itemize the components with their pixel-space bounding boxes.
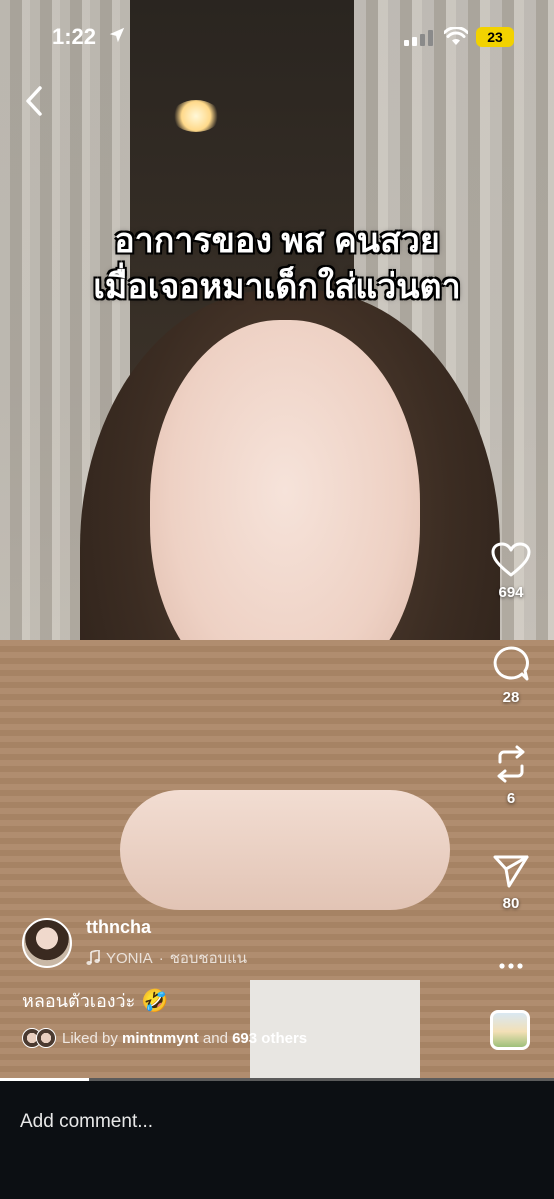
- liked-middle: and: [198, 1029, 233, 1047]
- comment-action[interactable]: 28: [488, 645, 534, 706]
- liked-user: mintnmynt: [122, 1029, 199, 1047]
- music-separator: ·: [158, 949, 164, 967]
- video-caption-overlay: อาการของ พส คนสวย เมื่อเจอหมาเด็กใส่แว่น…: [40, 218, 514, 310]
- caption-line-2: เมื่อเจอหมาเด็กใส่แว่นตา: [93, 268, 461, 306]
- music-info[interactable]: YONIA · ชอบชอบแน: [86, 946, 247, 970]
- rofl-emoji: 🤣: [141, 987, 169, 1013]
- like-count: 694: [498, 584, 524, 601]
- status-bar: 1:22 23: [0, 0, 554, 72]
- wifi-icon: [444, 27, 468, 45]
- repost-icon: [497, 745, 525, 783]
- post-caption-text: หลอนตัวเองว่ะ: [22, 991, 136, 1011]
- location-arrow-icon: [109, 27, 125, 43]
- author-username[interactable]: tthncha: [86, 917, 151, 938]
- add-comment-input[interactable]: Add comment...: [20, 1111, 153, 1133]
- music-title: ชอบชอบแน: [169, 950, 248, 967]
- comment-bar: Add comment...: [0, 1081, 554, 1199]
- battery-indicator: 23: [476, 27, 514, 47]
- share-count: 80: [502, 895, 520, 912]
- post-caption[interactable]: หลอนตัวเองว่ะ 🤣: [22, 986, 169, 1015]
- ceiling-light: [172, 100, 220, 132]
- comment-count: 28: [502, 689, 520, 706]
- music-note-icon: [86, 950, 100, 965]
- liked-prefix: Liked by: [62, 1029, 123, 1047]
- send-paper-plane-icon: [493, 855, 529, 888]
- audio-thumbnail[interactable]: [490, 1010, 530, 1050]
- liked-by-row[interactable]: Liked by mintnmynt and 693 others: [22, 1028, 307, 1048]
- author-avatar[interactable]: [22, 918, 72, 968]
- reel-screen: 1:22 23 อาการของ พส คนสวย เมื่อเจอหมาเด็…: [0, 0, 554, 1199]
- person-hands: [120, 790, 450, 910]
- comment-bubble-icon: [493, 646, 529, 681]
- caption-line-1: อาการของ พส คนสวย: [114, 222, 440, 260]
- back-button[interactable]: [20, 84, 50, 118]
- cellular-signal-icon: [404, 30, 433, 46]
- heart-icon: [491, 542, 531, 577]
- more-options-icon[interactable]: [496, 956, 526, 976]
- share-action[interactable]: 80: [488, 853, 534, 912]
- liked-avatar-2: [36, 1028, 56, 1048]
- repost-count: 6: [506, 790, 516, 807]
- repost-action[interactable]: 6: [488, 744, 534, 807]
- like-action[interactable]: 694: [488, 542, 534, 601]
- video-player[interactable]: [0, 0, 554, 1078]
- liked-others: 693 others: [232, 1029, 308, 1047]
- music-artist: YONIA: [106, 949, 153, 967]
- status-time: 1:22: [52, 24, 97, 49]
- liked-by-text: Liked by mintnmynt and 693 others: [62, 1030, 307, 1047]
